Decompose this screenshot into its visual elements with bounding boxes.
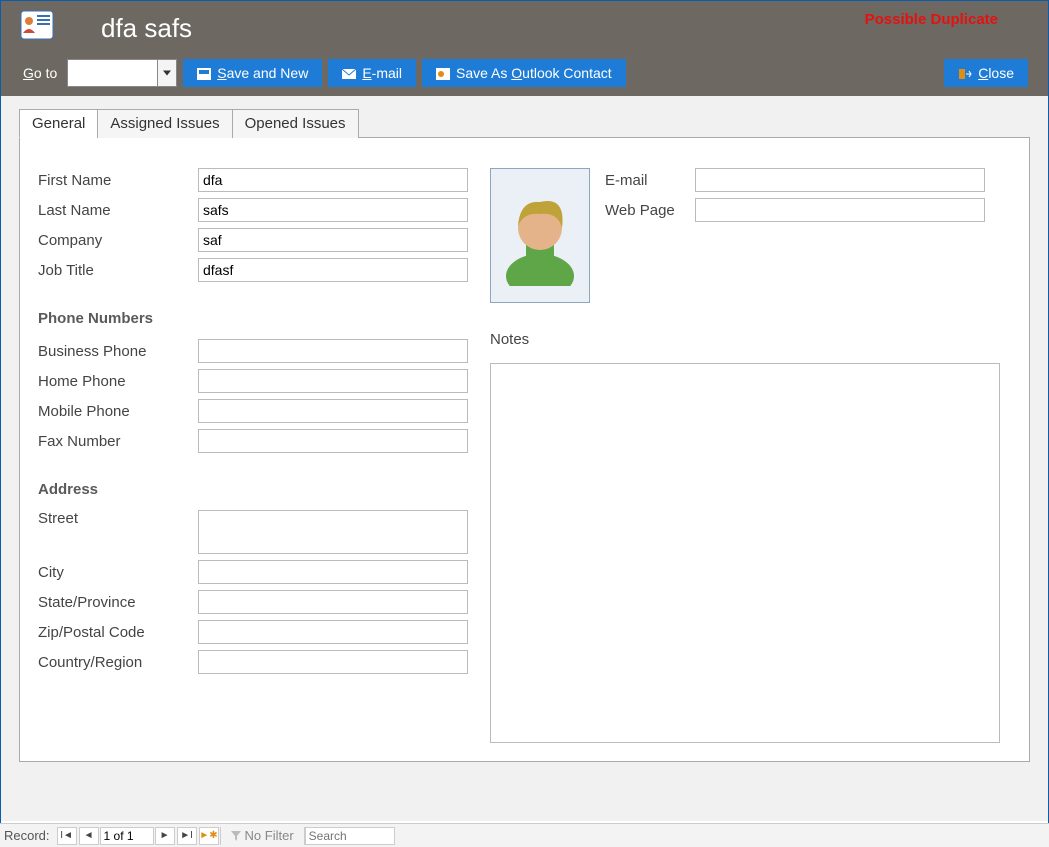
street-label: Street	[38, 510, 198, 527]
first-name-input[interactable]	[198, 168, 468, 192]
last-record-button[interactable]: ►I	[177, 827, 197, 845]
last-name-label: Last Name	[38, 202, 198, 219]
city-label: City	[38, 564, 198, 581]
webpage-label: Web Page	[605, 202, 695, 219]
record-position-input[interactable]	[100, 827, 154, 845]
person-placeholder-icon	[500, 186, 580, 286]
tab-strip: General Assigned Issues Opened Issues	[19, 109, 1030, 138]
country-input[interactable]	[198, 650, 468, 674]
business-phone-input[interactable]	[198, 339, 468, 363]
job-title-label: Job Title	[38, 262, 198, 279]
last-name-input[interactable]	[198, 198, 468, 222]
close-button[interactable]: Close	[944, 59, 1028, 87]
home-phone-input[interactable]	[198, 369, 468, 393]
tab-opened-issues[interactable]: Opened Issues	[232, 109, 359, 138]
country-label: Country/Region	[38, 654, 198, 671]
header-bar: dfa safs Possible Duplicate Go to Save a…	[1, 1, 1048, 96]
notes-label: Notes	[490, 331, 529, 348]
content-area: General Assigned Issues Opened Issues Fi…	[1, 96, 1048, 821]
filter-status[interactable]: No Filter	[220, 827, 305, 845]
contact-card-icon	[19, 9, 55, 41]
tab-assigned-issues[interactable]: Assigned Issues	[97, 109, 232, 138]
city-input[interactable]	[198, 560, 468, 584]
door-exit-icon	[958, 67, 972, 79]
company-label: Company	[38, 232, 198, 249]
envelope-icon	[342, 67, 356, 79]
phone-section-header: Phone Numbers	[38, 310, 478, 327]
page-title: dfa safs	[101, 13, 192, 44]
street-input[interactable]	[198, 510, 468, 554]
email-input[interactable]	[695, 168, 985, 192]
filter-icon	[231, 831, 241, 841]
webpage-input[interactable]	[695, 198, 985, 222]
zip-input[interactable]	[198, 620, 468, 644]
record-navigation-bar: Record: I◄ ◄ ► ►I ►✱ No Filter	[0, 823, 1049, 847]
mobile-phone-label: Mobile Phone	[38, 403, 198, 420]
goto-dropdown[interactable]	[67, 59, 177, 87]
search-input[interactable]	[305, 827, 395, 845]
contact-photo[interactable]	[490, 168, 590, 303]
next-record-button[interactable]: ►	[155, 827, 175, 845]
state-label: State/Province	[38, 594, 198, 611]
email-button[interactable]: E-mail	[328, 59, 416, 87]
toolbar: Go to Save and New E-mail Save As Outloo…	[23, 59, 626, 87]
business-phone-label: Business Phone	[38, 343, 198, 360]
first-record-button[interactable]: I◄	[57, 827, 77, 845]
prev-record-button[interactable]: ◄	[79, 827, 99, 845]
general-panel: First Name Last Name Company Job Title P…	[19, 137, 1030, 762]
notes-textarea[interactable]	[490, 363, 1000, 743]
zip-label: Zip/Postal Code	[38, 624, 198, 641]
email-label: E-mail	[605, 172, 695, 189]
save-icon	[197, 67, 211, 79]
first-name-label: First Name	[38, 172, 198, 189]
state-input[interactable]	[198, 590, 468, 614]
company-input[interactable]	[198, 228, 468, 252]
job-title-input[interactable]	[198, 258, 468, 282]
fax-number-input[interactable]	[198, 429, 468, 453]
new-record-button[interactable]: ►✱	[199, 827, 219, 845]
duplicate-warning: Possible Duplicate	[865, 11, 998, 28]
record-label: Record:	[0, 828, 56, 843]
fax-number-label: Fax Number	[38, 433, 198, 450]
address-section-header: Address	[38, 481, 478, 498]
mobile-phone-input[interactable]	[198, 399, 468, 423]
save-as-outlook-button[interactable]: Save As Outlook Contact	[422, 59, 626, 87]
save-and-new-button[interactable]: Save and New	[183, 59, 322, 87]
outlook-icon	[436, 67, 450, 79]
tab-general[interactable]: General	[19, 109, 98, 138]
goto-label: Go to	[23, 65, 57, 81]
home-phone-label: Home Phone	[38, 373, 198, 390]
